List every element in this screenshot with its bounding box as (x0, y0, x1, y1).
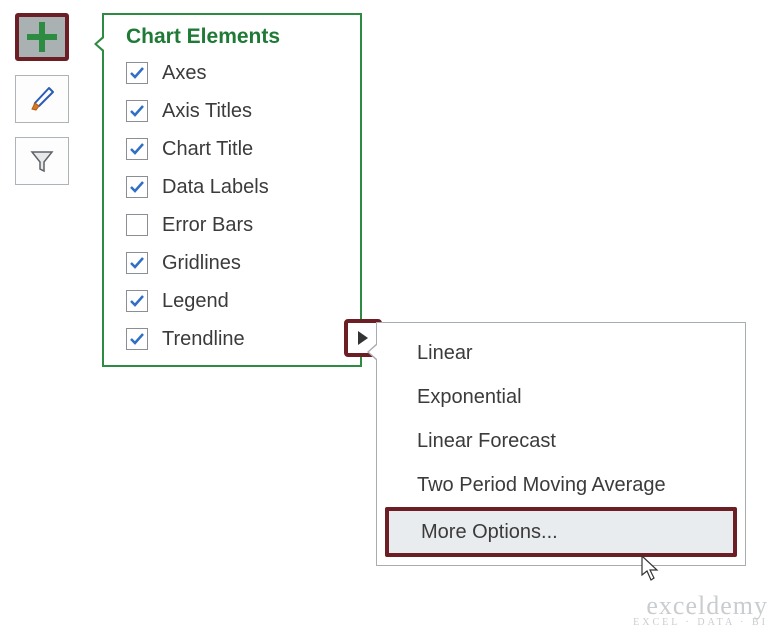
brush-icon (27, 84, 57, 114)
trendline-option-linear-forecast[interactable]: Linear Forecast (377, 419, 745, 463)
element-label: Chart Title (162, 138, 253, 161)
element-item-data-labels[interactable]: Data Labels (126, 171, 346, 203)
trendline-submenu: Linear Exponential Linear Forecast Two P… (376, 322, 746, 566)
element-item-gridlines[interactable]: Gridlines (126, 247, 346, 279)
chart-elements-flyout: Chart Elements Axes Axis Titles Chart Ti… (102, 13, 362, 367)
checkbox[interactable] (126, 62, 148, 84)
element-label: Error Bars (162, 214, 253, 237)
element-item-trendline[interactable]: Trendline (126, 323, 346, 355)
checkbox[interactable] (126, 214, 148, 236)
chart-elements-list: Axes Axis Titles Chart Title Data Labels (126, 57, 346, 355)
element-label: Axes (162, 62, 206, 85)
element-item-chart-title[interactable]: Chart Title (126, 133, 346, 165)
option-label: Linear Forecast (417, 430, 556, 453)
watermark-subtext: EXCEL · DATA · BI (633, 617, 768, 628)
trendline-option-linear[interactable]: Linear (377, 331, 745, 375)
option-label: Exponential (417, 386, 522, 409)
trendline-option-exponential[interactable]: Exponential (377, 375, 745, 419)
option-label: Linear (417, 342, 473, 365)
element-item-axis-titles[interactable]: Axis Titles (126, 95, 346, 127)
checkbox[interactable] (126, 176, 148, 198)
chart-side-toolbar (15, 13, 69, 185)
funnel-icon (27, 146, 57, 176)
element-label: Data Labels (162, 176, 269, 199)
option-label: More Options... (421, 521, 558, 544)
checkbox[interactable] (126, 252, 148, 274)
element-item-error-bars[interactable]: Error Bars (126, 209, 346, 241)
plus-icon (27, 22, 57, 52)
element-item-axes[interactable]: Axes (126, 57, 346, 89)
element-label: Trendline (162, 328, 245, 351)
checkbox[interactable] (126, 100, 148, 122)
element-item-legend[interactable]: Legend (126, 285, 346, 317)
element-label: Legend (162, 290, 229, 313)
chart-styles-button[interactable] (15, 75, 69, 123)
trendline-option-two-period-moving-average[interactable]: Two Period Moving Average (377, 463, 745, 507)
flyout-title: Chart Elements (126, 25, 346, 49)
element-label: Gridlines (162, 252, 241, 275)
trendline-option-more-options[interactable]: More Options... (385, 507, 737, 557)
submenu-pointer (367, 343, 377, 361)
element-label: Axis Titles (162, 100, 252, 123)
checkbox[interactable] (126, 138, 148, 160)
chart-elements-button[interactable] (15, 13, 69, 61)
option-label: Two Period Moving Average (417, 474, 666, 497)
flyout-pointer (94, 35, 104, 53)
checkbox[interactable] (126, 328, 148, 350)
watermark: exceldemy EXCEL · DATA · BI (633, 591, 768, 628)
checkbox[interactable] (126, 290, 148, 312)
chart-filters-button[interactable] (15, 137, 69, 185)
